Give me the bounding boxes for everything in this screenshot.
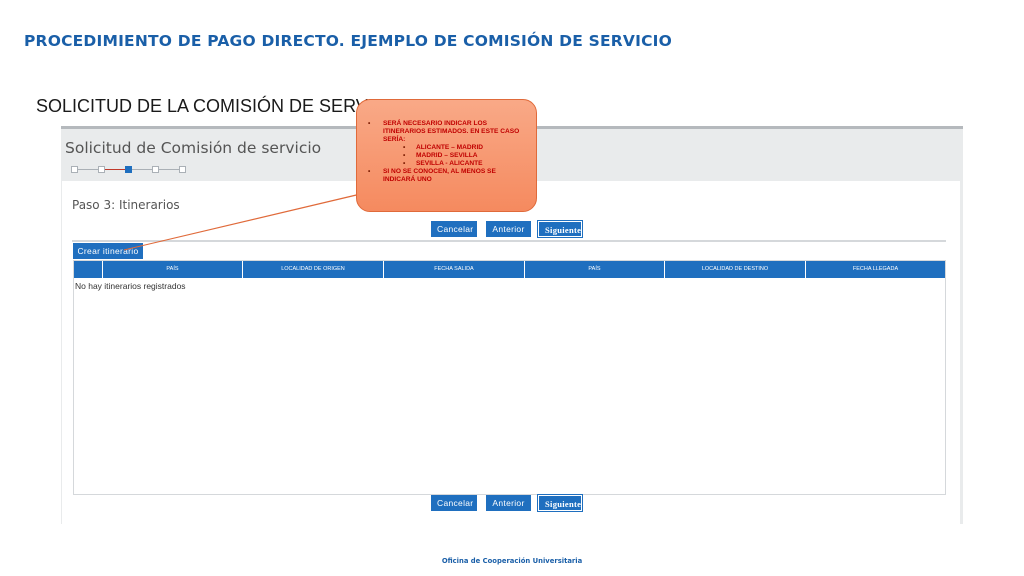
callout-route: ALICANTE – MADRID — [367, 144, 526, 152]
callout-item: SI NO SE CONOCEN, AL MENOS SE INDICARÁ U… — [367, 168, 526, 184]
callout-route: SEVILLA - ALICANTE — [367, 160, 526, 168]
callout-route: MADRID – SEVILLA — [367, 152, 526, 160]
callout-pointer — [123, 174, 441, 251]
annotation-callout: SERÁ NECESARIO INDICAR LOS ITINERARIOS E… — [356, 99, 537, 212]
callout-item: SERÁ NECESARIO INDICAR LOS ITINERARIOS E… — [367, 120, 526, 144]
footer-text: Oficina de Cooperación Universitaria — [441, 557, 583, 565]
